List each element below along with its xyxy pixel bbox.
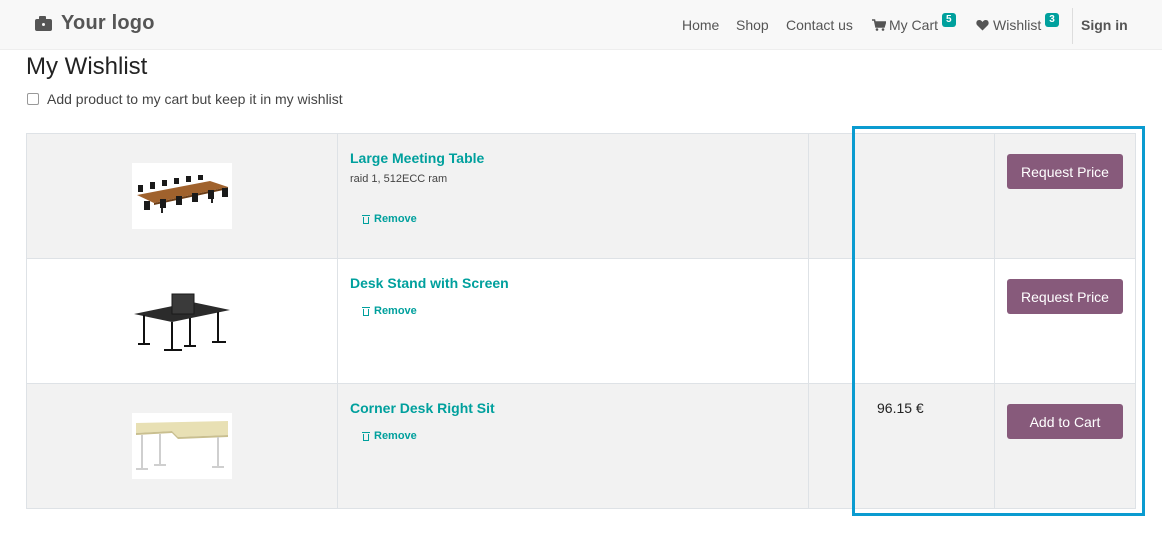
table-row: Corner Desk Right Sit Remove 96.15 € Add… [27,384,1136,509]
keep-in-wishlist-option: Add product to my cart but keep it in my… [27,91,343,107]
remove-label: Remove [374,213,417,225]
product-name-link[interactable]: Desk Stand with Screen [350,275,796,291]
add-to-cart-button[interactable]: Add to Cart [1007,404,1123,439]
wishlist-count-badge: 3 [1045,13,1059,27]
product-image-cell [27,259,338,383]
price-cell [809,134,995,258]
nav-wishlist-link[interactable]: Wishlist 3 [976,13,1059,33]
shopping-cart-icon [872,19,886,31]
cart-count-badge: 5 [942,13,956,27]
logo[interactable]: Your logo [35,12,155,35]
request-price-button[interactable]: Request Price [1007,279,1123,314]
keep-in-wishlist-checkbox[interactable] [27,93,39,105]
nav-shop-link[interactable]: Shop [736,17,769,33]
logo-text: Your logo [61,12,155,34]
product-info-cell: Large Meeting Table raid 1, 512ECC ram R… [338,134,809,258]
table-row: Desk Stand with Screen Remove Request Pr… [27,259,1136,384]
product-info-cell: Desk Stand with Screen Remove [338,259,809,383]
product-info-cell: Corner Desk Right Sit Remove [338,384,809,508]
action-cell: Request Price [995,134,1136,258]
product-description: raid 1, 512ECC ram [350,173,448,185]
camera-icon [35,16,53,31]
nav-divider [1072,8,1073,44]
top-navbar: Your logo Home Shop Contact us My Cart 5… [0,0,1162,50]
trash-icon [362,431,370,441]
remove-button[interactable]: Remove [362,213,417,225]
trash-icon [362,306,370,316]
trash-icon [362,214,370,224]
price-cell [809,259,995,383]
action-cell: Add to Cart [995,384,1136,508]
cart-label: My Cart [889,17,938,33]
remove-button[interactable]: Remove [362,430,417,442]
keep-in-wishlist-label[interactable]: Add product to my cart but keep it in my… [47,91,343,107]
nav-contact-link[interactable]: Contact us [786,17,853,33]
remove-label: Remove [374,430,417,442]
product-image[interactable] [132,163,232,229]
wishlist-label: Wishlist [993,17,1042,33]
nav-home-link[interactable]: Home [682,17,719,33]
product-price: 96.15 € [877,400,924,416]
table-row: Large Meeting Table raid 1, 512ECC ram R… [27,134,1136,259]
remove-label: Remove [374,305,417,317]
product-image-cell [27,384,338,508]
product-image[interactable] [132,288,232,354]
request-price-button[interactable]: Request Price [1007,154,1123,189]
action-cell: Request Price [995,259,1136,383]
price-cell: 96.15 € [809,384,995,508]
remove-button[interactable]: Remove [362,305,417,317]
product-image-cell [27,134,338,258]
sign-in-link[interactable]: Sign in [1081,17,1128,33]
nav-cart-link[interactable]: My Cart 5 [872,13,956,33]
product-name-link[interactable]: Large Meeting Table [350,150,796,166]
wishlist-table: Large Meeting Table raid 1, 512ECC ram R… [26,133,1136,509]
page-title: My Wishlist [26,53,148,80]
product-name-link[interactable]: Corner Desk Right Sit [350,400,796,416]
heart-icon [976,20,989,31]
product-image[interactable] [132,413,232,479]
